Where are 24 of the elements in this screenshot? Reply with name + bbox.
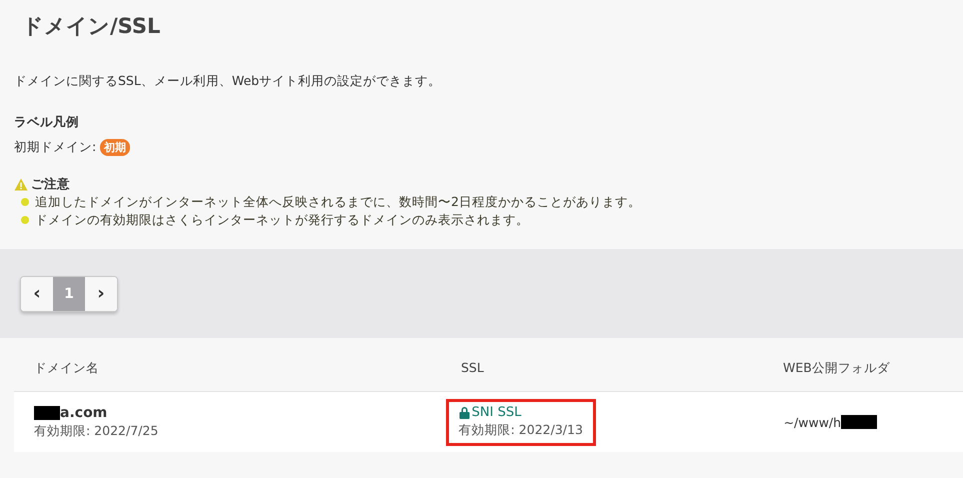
notice-item: ドメインの有効期限はさくらインターネットが発行するドメインのみ表示されます。 <box>35 211 529 229</box>
web-folder: ~/www/h <box>784 414 842 430</box>
warning-icon <box>14 178 28 191</box>
redaction-bar <box>34 406 60 420</box>
ssl-expiry: 有効期限: 2022/3/13 <box>458 422 583 438</box>
bullet-icon <box>21 198 29 206</box>
column-header: ドメイン名 <box>33 360 100 377</box>
domain-name[interactable]: a.com <box>60 404 108 420</box>
column-header: WEB公開フォルダ <box>783 360 891 377</box>
legend-heading: ラベル凡例 <box>14 114 79 131</box>
ssl-link[interactable]: SNI SSL <box>472 404 522 420</box>
redaction-bar <box>841 415 878 429</box>
bullet-icon <box>21 216 29 224</box>
domain-expiry: 有効期限: 2022/7/25 <box>34 422 160 440</box>
notice-item: 追加したドメインがインターネット全体へ反映されるまでに、数時間〜2日程度かかることがあります。 <box>35 193 641 211</box>
legend-label: 初期ドメイン: <box>14 139 96 156</box>
lock-icon <box>458 406 470 418</box>
previous-page-button[interactable]: ‹ <box>21 276 53 310</box>
notice-heading: ご注意 <box>31 176 70 193</box>
column-header: SSL <box>461 360 485 377</box>
next-page-button[interactable]: › <box>85 276 117 310</box>
initial-badge: 初期 <box>100 139 130 156</box>
page-description: ドメインに関するSSL、メール利用、Webサイト利用の設定ができます。 <box>14 73 442 90</box>
page-title: ドメイン/SSL <box>22 13 162 40</box>
